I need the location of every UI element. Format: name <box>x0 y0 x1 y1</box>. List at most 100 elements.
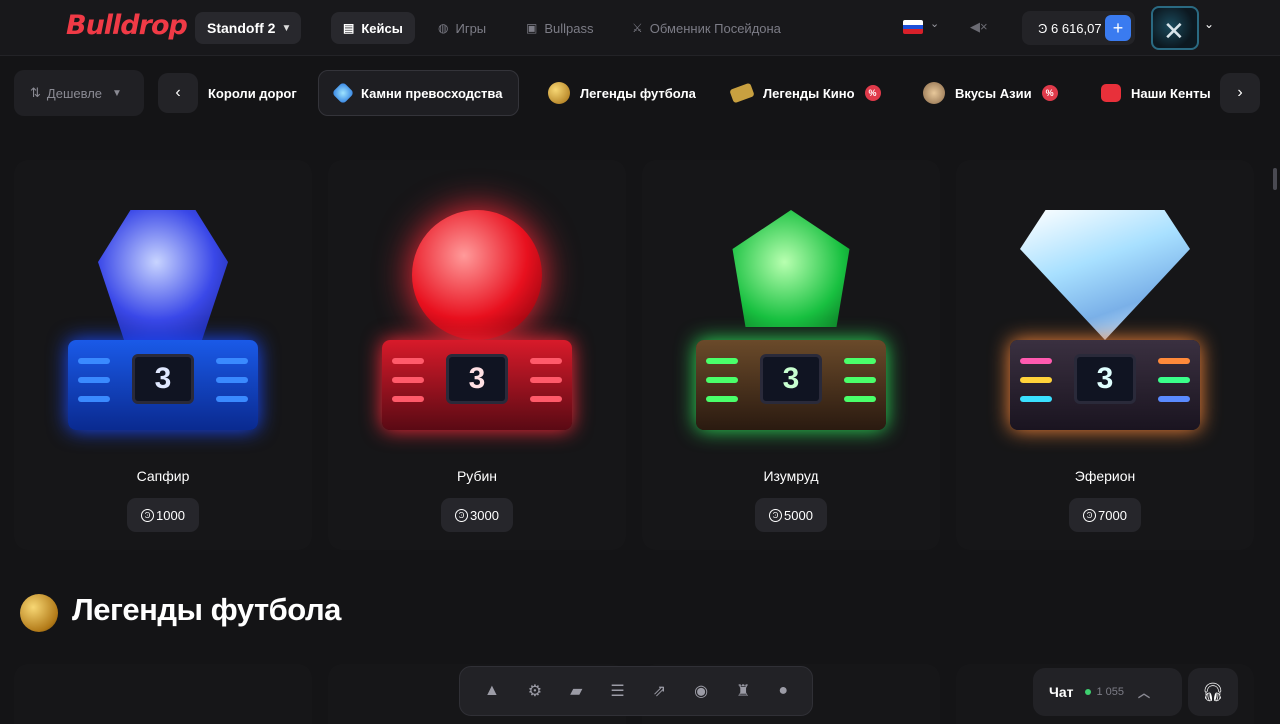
russia-flag-icon[interactable] <box>903 20 923 34</box>
avatar[interactable]: ✕ <box>1151 6 1199 50</box>
case-name: Сапфир <box>136 468 190 484</box>
balance-display: Ͽ 6 616,07 + <box>1022 11 1135 45</box>
nav-label: Кейсы <box>361 20 403 36</box>
upgrade-icon[interactable]: ⇗ <box>653 681 666 701</box>
currency-icon: Ͽ <box>455 508 469 522</box>
ruby-gem <box>412 210 542 340</box>
category-label: Легенды Кино <box>763 85 855 101</box>
ticket-icon: ▣ <box>526 21 538 35</box>
category-movies[interactable]: Легенды Кино % <box>715 70 897 116</box>
case-logo-icon: 3 <box>1074 354 1136 404</box>
headset-icon: 🎧︎ <box>1201 681 1225 702</box>
chevron-down-icon[interactable]: ⌄ <box>1204 17 1214 31</box>
case-card[interactable]: 3 Эферион Ͽ 7000 <box>956 160 1254 550</box>
chat-label: Чат <box>1049 684 1074 700</box>
chevron-down-icon[interactable]: ⌄ <box>930 17 939 30</box>
case-price[interactable]: Ͽ 5000 <box>755 498 827 532</box>
case-card[interactable]: 3 Изумруд Ͽ 5000 <box>642 160 940 550</box>
diamond-icon <box>331 81 355 105</box>
category-label: Наши Кенты <box>1131 85 1211 101</box>
nav-cases[interactable]: ▤ Кейсы <box>331 12 415 44</box>
football-icon <box>20 594 58 632</box>
logo[interactable]: Bulldrop <box>66 10 188 41</box>
case-card[interactable] <box>14 664 312 724</box>
chevron-down-icon: ▼ <box>281 22 292 34</box>
online-indicator <box>1085 689 1092 695</box>
category-label: Короли дорог <box>208 85 297 101</box>
case-logo-icon: 3 <box>760 354 822 404</box>
ball-icon[interactable]: ◉ <box>694 681 708 701</box>
deposit-button[interactable]: + <box>1105 15 1131 41</box>
food-icon <box>923 82 945 104</box>
diamond-gem <box>1020 210 1190 340</box>
case-card[interactable]: 3 Рубин Ͽ 3000 <box>328 160 626 550</box>
case-image: 3 <box>686 210 896 440</box>
top-header: Bulldrop Standoff 2 ▼ ▤ Кейсы ◍ Игры ▣ B… <box>0 0 1280 56</box>
nav-label: Bullpass <box>544 20 594 36</box>
case-card[interactable]: 3 Сапфир Ͽ 1000 <box>14 160 312 550</box>
category-stones[interactable]: Камни превосходства <box>318 70 520 116</box>
price-value: 1000 <box>156 507 185 523</box>
avatar-mark-icon: ✕ <box>1163 16 1185 46</box>
chevron-down-icon: ▼ <box>112 87 122 99</box>
tank-icon[interactable]: ▰ <box>570 681 582 701</box>
nav-games[interactable]: ◍ Игры <box>426 12 498 44</box>
category-asia[interactable]: Вкусы Азии % <box>907 70 1074 116</box>
plus-icon: + <box>1112 17 1124 38</box>
gamepad-icon: ◍ <box>438 21 449 35</box>
case-price[interactable]: Ͽ 3000 <box>441 498 513 532</box>
discount-badge: % <box>864 85 881 101</box>
category-label: Вкусы Азии <box>955 85 1032 101</box>
film-icon <box>729 82 755 104</box>
bomb-icon[interactable]: ● <box>778 682 788 700</box>
case-chest: 3 <box>696 340 886 430</box>
nav-bullpass[interactable]: ▣ Bullpass <box>514 12 605 44</box>
discount-badge: % <box>1041 85 1058 101</box>
chevron-up-icon: ︿ <box>1138 685 1151 700</box>
sort-select[interactable]: ⇅ Дешевле ▼ <box>14 70 144 116</box>
case-image: 3 <box>1000 210 1210 440</box>
support-button[interactable]: 🎧︎ <box>1188 668 1238 716</box>
sound-muted-icon[interactable]: ◀× <box>970 19 988 35</box>
price-value: 3000 <box>470 507 499 523</box>
ladder-icon[interactable]: ☰ <box>610 681 624 701</box>
category-our-kents[interactable]: Наши Кенты <box>1085 70 1227 116</box>
currency-icon: Ͽ <box>141 508 155 522</box>
scrollbar[interactable] <box>1273 168 1277 190</box>
nav-label: Обменник Посейдона <box>649 20 781 36</box>
case-name: Рубин <box>456 468 498 484</box>
nav-label: Игры <box>455 20 487 36</box>
arrow-up-icon[interactable]: ▲ <box>484 682 500 700</box>
case-price[interactable]: Ͽ 1000 <box>127 498 199 532</box>
game-select-label: Standoff 2 <box>207 20 276 36</box>
category-label: Легенды футбола <box>580 85 696 101</box>
category-label: Камни превосходства <box>361 85 503 101</box>
case-grid: 3 Сапфир Ͽ 1000 3 Рубин Ͽ 3000 3 Изумруд… <box>14 160 1262 550</box>
game-select[interactable]: Standoff 2 ▼ <box>195 12 301 44</box>
gear-icon[interactable]: ⚙ <box>528 681 542 701</box>
case-image: 3 <box>58 210 268 440</box>
cases-icon: ▤ <box>343 21 355 35</box>
currency-icon: Ͽ <box>1083 508 1097 522</box>
sort-label: Дешевле <box>46 85 103 101</box>
chevron-left-icon: ‹ <box>175 84 181 101</box>
tower-icon[interactable]: ♜ <box>736 681 750 701</box>
chat-button[interactable]: Чат 1 055 ︿ <box>1033 668 1182 716</box>
currency-icon: Ͽ <box>769 508 783 522</box>
emerald-gem <box>732 210 850 327</box>
case-chest: 3 <box>382 340 572 430</box>
price-value: 5000 <box>784 507 813 523</box>
case-logo-icon: 3 <box>132 354 194 404</box>
sapphire-gem <box>98 210 228 340</box>
scroll-right-button[interactable]: › <box>1220 73 1260 113</box>
case-price[interactable]: Ͽ 7000 <box>1069 498 1141 532</box>
case-name: Эферион <box>1074 468 1136 484</box>
case-chest: 3 <box>1010 340 1200 430</box>
category-kings-of-roads[interactable]: Короли дорог <box>192 70 313 116</box>
category-football[interactable]: Легенды футбола <box>532 70 712 116</box>
youtube-icon <box>1101 84 1121 102</box>
balance-value: Ͽ 6 616,07 <box>1038 20 1102 36</box>
football-icon <box>548 82 570 104</box>
case-logo-icon: 3 <box>446 354 508 404</box>
nav-exchanger[interactable]: ⚔ Обменник Посейдона <box>620 12 793 44</box>
